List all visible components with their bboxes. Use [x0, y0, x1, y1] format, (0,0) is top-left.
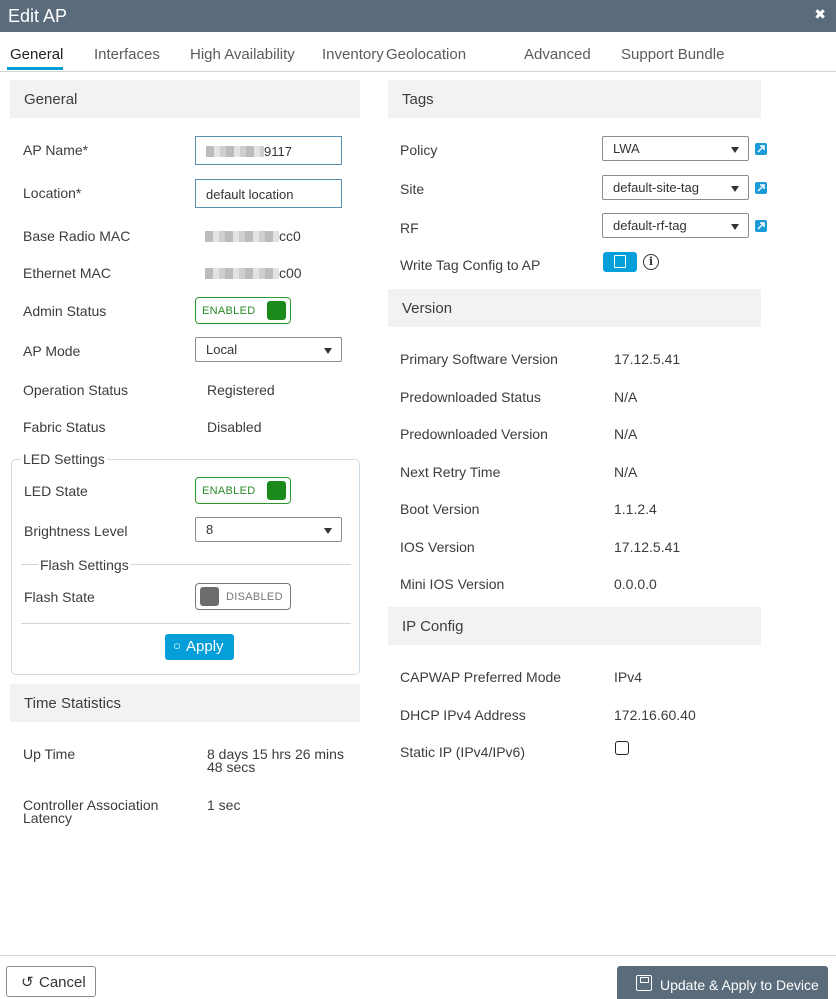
flash-state-toggle[interactable]: DISABLED: [195, 583, 291, 610]
tab-bar: General Interfaces High Availability Inv…: [0, 32, 836, 72]
predownloaded-version-value: N/A: [614, 426, 638, 442]
dhcp-ipv4-address-label: DHCP IPv4 Address: [400, 707, 526, 723]
info-icon[interactable]: i: [643, 254, 659, 270]
ap-name-label: AP Name*: [23, 142, 89, 158]
apply-divider: [21, 623, 351, 624]
boot-version-label: Boot Version: [400, 501, 480, 517]
tab-inventory[interactable]: Inventory: [322, 46, 384, 63]
tab-support-bundle[interactable]: Support Bundle: [621, 46, 724, 63]
rf-select[interactable]: default-rf-tag: [602, 213, 749, 238]
next-retry-time-value: N/A: [614, 464, 638, 480]
location-label: Location*: [23, 185, 82, 201]
tab-high-availability[interactable]: High Availability: [190, 46, 295, 63]
chevron-down-icon: [731, 147, 739, 153]
tab-geolocation[interactable]: Geolocation: [386, 46, 466, 63]
undo-icon: ↺: [21, 974, 34, 991]
chevron-down-icon: [731, 224, 739, 230]
brightness-level-label: Brightness Level: [24, 523, 128, 539]
ios-version-label: IOS Version: [400, 539, 475, 555]
general-section-header: General: [10, 80, 360, 118]
ap-mode-label: AP Mode: [23, 343, 81, 359]
save-tag-config-button[interactable]: [603, 252, 637, 272]
ios-version-value: 17.12.5.41: [614, 539, 681, 555]
active-tab-indicator: [7, 67, 63, 70]
brightness-level-select[interactable]: 8: [195, 517, 342, 542]
flash-settings-legend: Flash Settings: [38, 557, 131, 573]
write-tag-config-label: Write Tag Config to AP: [400, 257, 541, 273]
external-link-icon[interactable]: [755, 182, 767, 194]
fabric-status-label: Fabric Status: [23, 419, 106, 435]
redacted-text: [206, 146, 264, 157]
ap-name-input[interactable]: 9117: [195, 136, 342, 165]
controller-association-latency-value: 1 sec: [207, 797, 241, 813]
fabric-status-value: Disabled: [207, 419, 262, 435]
ethernet-mac-label: Ethernet MAC: [23, 265, 111, 281]
predownloaded-status-value: N/A: [614, 389, 638, 405]
primary-software-version-value: 17.12.5.41: [614, 351, 681, 367]
toggle-knob: [200, 587, 219, 606]
operation-status-value: Registered: [207, 382, 275, 398]
rf-label: RF: [400, 220, 419, 236]
location-input[interactable]: default location: [195, 179, 342, 208]
tab-interfaces[interactable]: Interfaces: [94, 46, 160, 63]
primary-software-version-label: Primary Software Version: [400, 351, 558, 367]
capwap-preferred-mode-label: CAPWAP Preferred Mode: [400, 669, 562, 685]
save-icon: [614, 255, 626, 268]
chevron-down-icon: [731, 186, 739, 192]
site-select[interactable]: default-site-tag: [602, 175, 749, 200]
led-state-toggle[interactable]: ENABLED: [195, 477, 291, 504]
operation-status-label: Operation Status: [23, 382, 129, 398]
predownloaded-version-label: Predownloaded Version: [400, 426, 548, 442]
static-ip-label: Static IP (IPv4/IPv6): [400, 744, 526, 760]
flash-state-label: Flash State: [24, 589, 95, 605]
up-time-label: Up Time: [23, 746, 76, 762]
mini-ios-version-value: 0.0.0.0: [614, 576, 657, 592]
site-label: Site: [400, 181, 425, 197]
dhcp-ipv4-address-value: 172.16.60.40: [614, 707, 696, 723]
up-time-value-line2: 48 secs: [207, 759, 256, 775]
time-statistics-section-header: Time Statistics: [10, 684, 360, 722]
toggle-knob: [267, 481, 286, 500]
mini-ios-version-label: Mini IOS Version: [400, 576, 505, 592]
modal-title: Edit AP: [8, 6, 68, 26]
policy-select[interactable]: LWA: [602, 136, 749, 161]
update-apply-button[interactable]: Update & Apply to Device: [617, 966, 828, 999]
modal-footer: ↺ Cancel Update & Apply to Device: [0, 955, 836, 999]
modal-titlebar: Edit AP ✖: [0, 0, 836, 32]
policy-label: Policy: [400, 142, 438, 158]
tags-section-header: Tags: [388, 80, 761, 118]
led-settings-legend: LED Settings: [21, 451, 107, 467]
ethernet-mac-value: c00: [205, 265, 302, 281]
external-link-icon[interactable]: [755, 220, 767, 232]
predownloaded-status-label: Predownloaded Status: [400, 389, 541, 405]
tab-general[interactable]: General: [10, 46, 63, 63]
led-state-label: LED State: [24, 483, 88, 499]
chevron-down-icon: [324, 528, 332, 534]
admin-status-label: Admin Status: [23, 303, 107, 319]
ap-mode-select[interactable]: Local: [195, 337, 342, 362]
save-icon: [636, 975, 652, 991]
boot-version-value: 1.1.2.4: [614, 501, 657, 517]
lightbulb-icon: ○: [173, 638, 181, 653]
admin-status-toggle[interactable]: ENABLED: [195, 297, 291, 324]
external-link-icon[interactable]: [755, 143, 767, 155]
controller-association-latency-label-line2: Latency: [23, 810, 73, 826]
apply-button[interactable]: ○ Apply: [165, 634, 234, 660]
base-radio-mac-value: cc0: [205, 228, 301, 244]
chevron-down-icon: [324, 348, 332, 354]
toggle-knob: [267, 301, 286, 320]
static-ip-checkbox[interactable]: [615, 741, 629, 755]
base-radio-mac-label: Base Radio MAC: [23, 228, 131, 244]
next-retry-time-label: Next Retry Time: [400, 464, 501, 480]
cancel-button[interactable]: ↺ Cancel: [6, 966, 96, 997]
tab-advanced[interactable]: Advanced: [524, 46, 591, 63]
version-section-header: Version: [388, 289, 761, 327]
capwap-preferred-mode-value: IPv4: [614, 669, 643, 685]
close-icon[interactable]: ✖: [814, 6, 826, 23]
ip-config-section-header: IP Config: [388, 607, 761, 645]
